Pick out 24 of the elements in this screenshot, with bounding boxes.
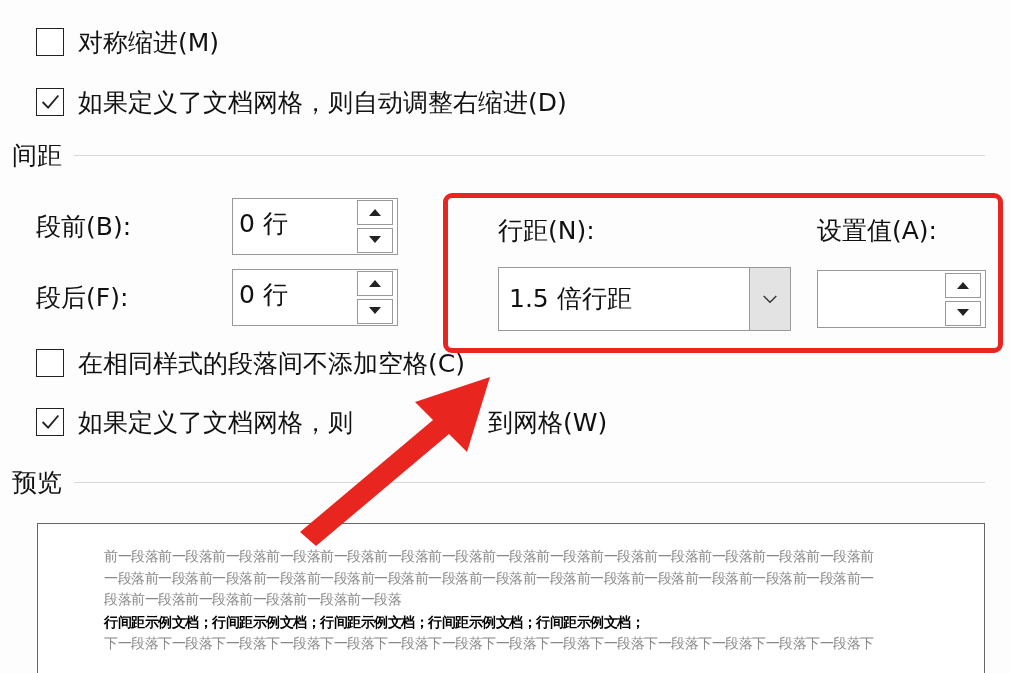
checkbox-label: 到网格(W) bbox=[488, 406, 608, 439]
checkbox-label: 对称缩进(M) bbox=[78, 26, 220, 59]
checkbox[interactable] bbox=[36, 349, 64, 377]
preview-text: 一段落前一段落前一段落前一段落前一段落前一段落前一段落前一段落前一段落前一段落前一段落前一段落前一段落前一段落前一 bbox=[104, 568, 875, 588]
preview-text: 下一段落下一段落下一段落下一段落下一段落下一段落下一段落下一段落下一段落下一段落下一段落下一段落下一段落下一段落下 bbox=[104, 634, 875, 653]
section-title: 预览 bbox=[12, 466, 62, 499]
field-label: 段后(F): bbox=[36, 281, 130, 314]
preview-text: 行间距示例文档；行间距示例文档；行间距示例文档；行间距示例文档；行间距示例文档； bbox=[104, 612, 645, 632]
checkbox[interactable] bbox=[36, 28, 64, 56]
checkbox[interactable] bbox=[36, 88, 64, 116]
checkbox-label: 如果定义了文档网格，则自动调整右缩进(D) bbox=[78, 86, 567, 119]
field-label: 段前(B): bbox=[36, 210, 133, 243]
checkbox[interactable] bbox=[36, 408, 64, 436]
spin-field[interactable]: 0 行 bbox=[232, 197, 398, 255]
line-spacing-dropdown[interactable]: 1.5 倍行距 bbox=[498, 267, 791, 331]
spin-field[interactable]: 0 行 bbox=[232, 268, 398, 326]
preview-text: 前一段落前一段落前一段落前一段落前一段落前一段落前一段落前一段落前一段落前一段落前一段落前一段落前一段落前一段落前 bbox=[104, 547, 875, 566]
preview-text: 段落前一段落前一段落前一段落前一段落前一段落 bbox=[104, 590, 402, 609]
checkbox-label: 如果定义了文档网格，则 bbox=[78, 406, 353, 439]
section-title: 间距 bbox=[12, 139, 62, 172]
checkbox-label: 在相同样式的段落间不添加空格(C) bbox=[78, 347, 465, 380]
field-label: 行距(N): bbox=[498, 215, 596, 247]
field-label: 设置值(A): bbox=[817, 215, 939, 247]
spin-field[interactable] bbox=[817, 270, 986, 328]
